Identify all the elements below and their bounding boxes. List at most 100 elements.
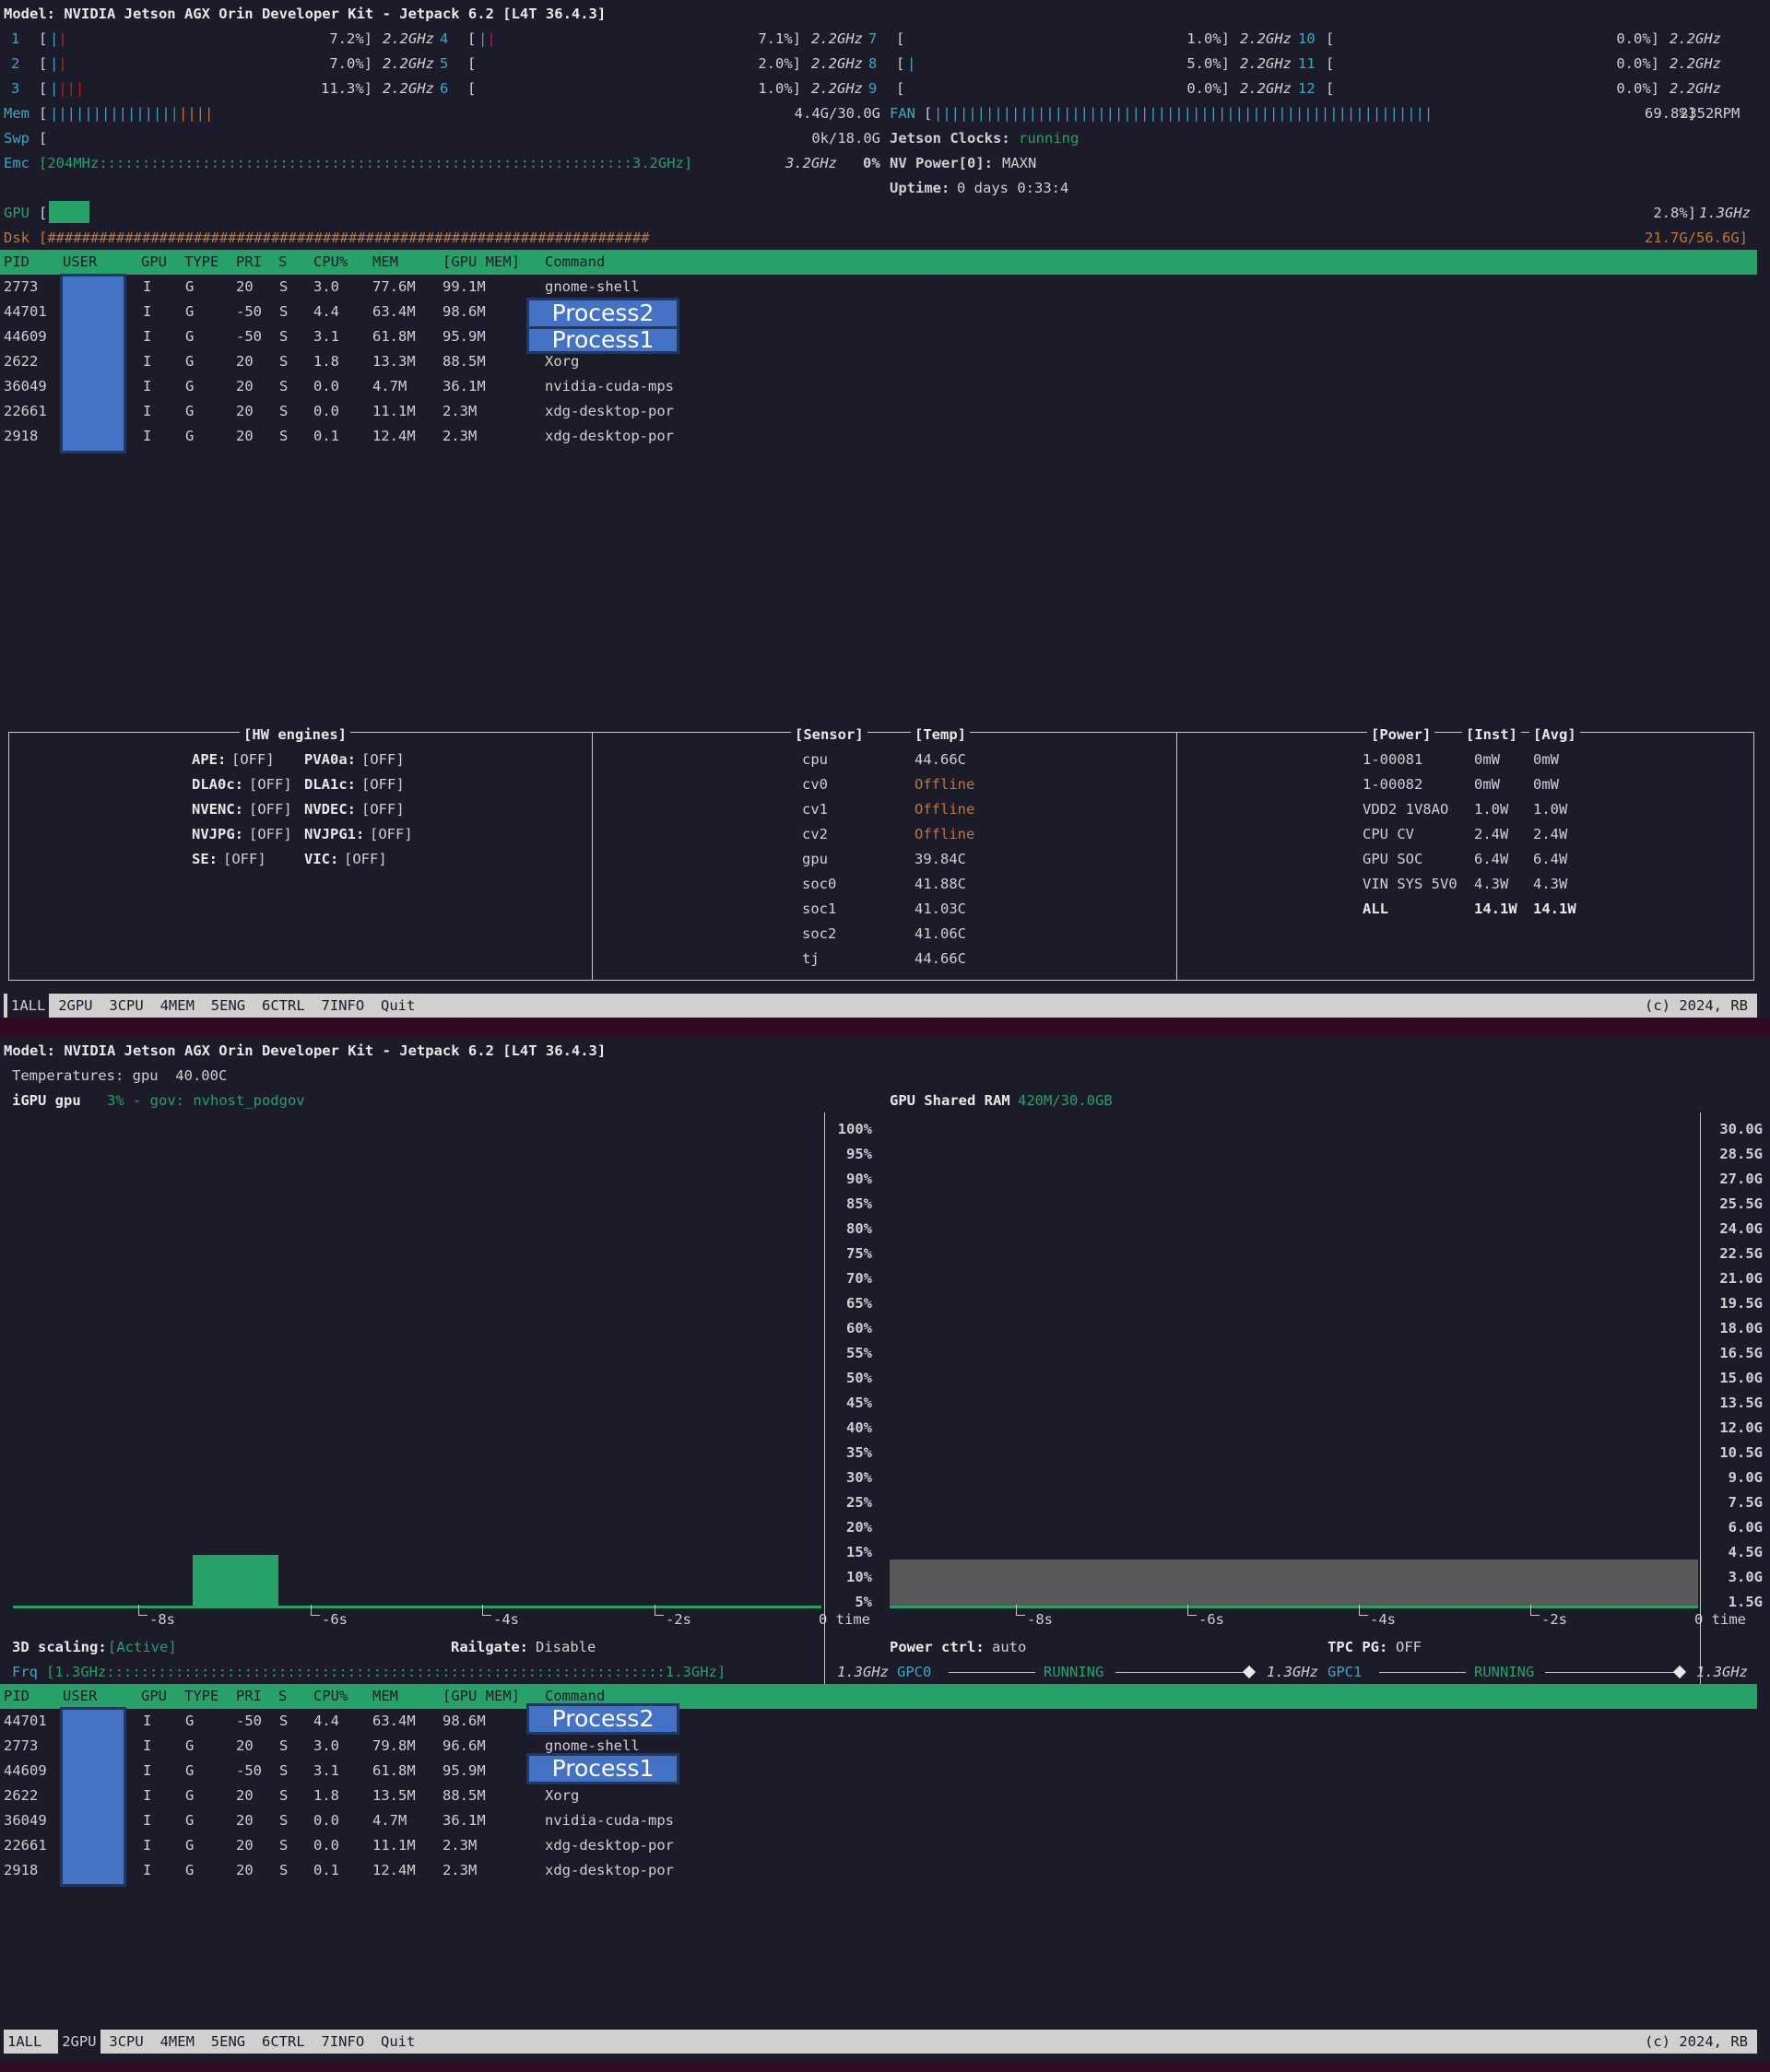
hw-engine-name: NVJPG: xyxy=(192,826,243,842)
x-tick-label: 0 time xyxy=(1694,1611,1746,1628)
cpu-freq: 2.2GHz xyxy=(1240,30,1292,47)
table-row[interactable]: 36049 I G 20 S 0.0 4.7M 36.1M nvidia-cuda-mps xyxy=(0,1808,1752,1833)
menu-item-info[interactable]: 7INFO xyxy=(322,2030,365,2054)
cell-gpu: I xyxy=(143,1862,152,1878)
table-row[interactable]: 2773 I G 20 S 3.0 79.8M 96.6M gnome-shell xyxy=(0,1734,1752,1759)
menu-item-cpu[interactable]: 3CPU xyxy=(109,994,143,1018)
cell-type: G xyxy=(185,1762,195,1779)
col-command[interactable]: Command xyxy=(545,250,605,275)
cell-type: G xyxy=(185,378,195,394)
y-tick-label: 90% xyxy=(846,1171,872,1187)
table-row[interactable]: 2918 I G 20 S 0.1 12.4M 2.3M xdg-desktop-por xyxy=(0,1858,1752,1883)
sensor-temp: Offline xyxy=(914,826,975,842)
col-pri[interactable]: PRI xyxy=(236,250,262,275)
y-tick-label: 10% xyxy=(846,1569,872,1585)
table-row[interactable]: 2622 I G 20 S 1.8 13.5M 88.5M Xorg xyxy=(0,1784,1752,1808)
col-cpu[interactable]: CPU% xyxy=(313,250,348,275)
sensor-name: soc1 xyxy=(802,901,837,917)
col-s[interactable]: S xyxy=(278,1684,287,1709)
menu-item-ctrl[interactable]: 6CTRL xyxy=(262,2030,305,2054)
menu-quit[interactable]: Quit xyxy=(381,2030,415,2054)
y-tick-label: 15.0G xyxy=(1719,1370,1763,1386)
power-avg: 4.3W xyxy=(1533,876,1568,892)
table-row[interactable]: 36049 I G 20 S 0.0 4.7M 36.1M nvidia-cuda-mps xyxy=(0,374,1752,399)
col-pid[interactable]: PID xyxy=(4,250,30,275)
menu-item-cpu[interactable]: 3CPU xyxy=(109,2030,143,2054)
col-type[interactable]: TYPE xyxy=(184,250,218,275)
col-gpu-mem[interactable]: [GPU MEM] xyxy=(442,250,520,275)
cell-s: S xyxy=(279,1837,289,1854)
gpc1-status: RUNNING xyxy=(1474,1664,1535,1680)
gpu-value: 2.8%] xyxy=(1653,205,1696,221)
cpu-pct: 11.3%] xyxy=(321,80,372,97)
table-row[interactable]: 2622 I G 20 S 1.8 13.3M 88.5M Xorg xyxy=(0,349,1752,374)
col-user[interactable]: USER xyxy=(63,250,97,275)
col-pid[interactable]: PID xyxy=(4,1684,30,1709)
y-tick-label: 35% xyxy=(846,1444,872,1461)
cell-gpumem: 96.6M xyxy=(442,1737,486,1754)
menu-item-gpu[interactable]: 2GPU xyxy=(58,994,92,1018)
col-mem[interactable]: MEM xyxy=(372,1684,398,1709)
cell-gpu: I xyxy=(143,353,152,370)
table-row[interactable]: 2773 I G 20 S 3.0 77.6M 99.1M gnome-shell xyxy=(0,275,1752,300)
cell-cpu: 3.1 xyxy=(313,328,339,345)
menu-item-eng[interactable]: 5ENG xyxy=(211,994,245,1018)
power-rail: ALL xyxy=(1363,901,1388,917)
menu-quit[interactable]: Quit xyxy=(381,994,415,1018)
cell-cmd: xdg-desktop-por xyxy=(545,1837,674,1854)
menu-item-ctrl[interactable]: 6CTRL xyxy=(262,994,305,1018)
col-s[interactable]: S xyxy=(278,250,287,275)
table-row[interactable]: 22661 I G 20 S 0.0 11.1M 2.3M xdg-desktop-por xyxy=(0,1833,1752,1858)
hw-engine-name: NVJPG1: xyxy=(304,826,365,842)
col-cpu[interactable]: CPU% xyxy=(313,1684,348,1709)
dsk-value: 21.7G/56.6G] xyxy=(1645,230,1748,246)
x-tick-label: -4s xyxy=(493,1611,519,1628)
gpc0-diamond-icon xyxy=(1242,1665,1257,1679)
col-gpu[interactable]: GPU xyxy=(141,250,167,275)
table-row[interactable]: 44701 I G -50 S 4.4 63.4M 98.6M xyxy=(0,300,1752,324)
cell-gpumem: 2.3M xyxy=(442,428,478,444)
col-user[interactable]: USER xyxy=(63,1684,97,1709)
cpu-id: 12 xyxy=(1298,80,1316,97)
table-row[interactable]: 44609 I G -50 S 3.1 61.8M 95.9M xyxy=(0,324,1752,349)
menu-item-gpu[interactable]: 2GPU xyxy=(58,2030,100,2054)
copyright: (c) 2024, RB xyxy=(1645,997,1748,1014)
col-gpu[interactable]: GPU xyxy=(141,1684,167,1709)
cpu-bracket: [ xyxy=(896,30,905,47)
menu-item-info[interactable]: 7INFO xyxy=(322,994,365,1018)
cpu-freq: 2.2GHz xyxy=(811,55,863,72)
power-rail: GPU SOC xyxy=(1363,851,1423,867)
hw-engine-status: [OFF] xyxy=(249,801,292,818)
menu-item-mem[interactable]: 4MEM xyxy=(160,2030,195,2054)
cell-type: G xyxy=(185,428,195,444)
menu-item-eng[interactable]: 5ENG xyxy=(211,2030,245,2054)
table-row[interactable]: 2918 I G 20 S 0.1 12.4M 2.3M xdg-desktop-por xyxy=(0,424,1752,449)
hw-engine-name: VIC: xyxy=(304,851,339,867)
cell-gpumem: 36.1M xyxy=(442,378,486,394)
shared-ram-label: GPU Shared RAM xyxy=(890,1092,1010,1109)
cpu-freq: 2.2GHz xyxy=(383,55,434,72)
cell-gpumem: 2.3M xyxy=(442,403,478,419)
col-pri[interactable]: PRI xyxy=(236,1684,262,1709)
table-row[interactable]: 22661 I G 20 S 0.0 11.1M 2.3M xdg-desktop-por xyxy=(0,399,1752,424)
menu-item-all[interactable]: 1ALL xyxy=(7,994,50,1018)
sensor-title: [Sensor] xyxy=(791,723,867,748)
cell-gpu: I xyxy=(143,403,152,419)
table-row[interactable]: 44701 I G -50 S 4.4 63.4M 98.6M xyxy=(0,1709,1752,1734)
cell-mem: 77.6M xyxy=(372,278,416,295)
menu-item-all[interactable]: 1ALL xyxy=(7,2030,41,2054)
col-gpu-mem[interactable]: [GPU MEM] xyxy=(442,1684,520,1709)
y-tick-label: 10.5G xyxy=(1719,1444,1763,1461)
cell-s: S xyxy=(279,1862,289,1878)
power-inst: 0mW xyxy=(1474,776,1500,793)
cell-cpu: 4.4 xyxy=(313,303,339,320)
col-mem[interactable]: MEM xyxy=(372,250,398,275)
cell-s: S xyxy=(279,428,289,444)
cell-pri: 20 xyxy=(236,403,254,419)
table-row[interactable]: 44609 I G -50 S 3.1 61.8M 95.9M xyxy=(0,1759,1752,1784)
col-type[interactable]: TYPE xyxy=(184,1684,218,1709)
swp-bracket: [ xyxy=(39,130,48,147)
menu-item-mem[interactable]: 4MEM xyxy=(160,994,195,1018)
cell-mem: 11.1M xyxy=(372,403,416,419)
sensor-temp: Offline xyxy=(914,776,975,793)
